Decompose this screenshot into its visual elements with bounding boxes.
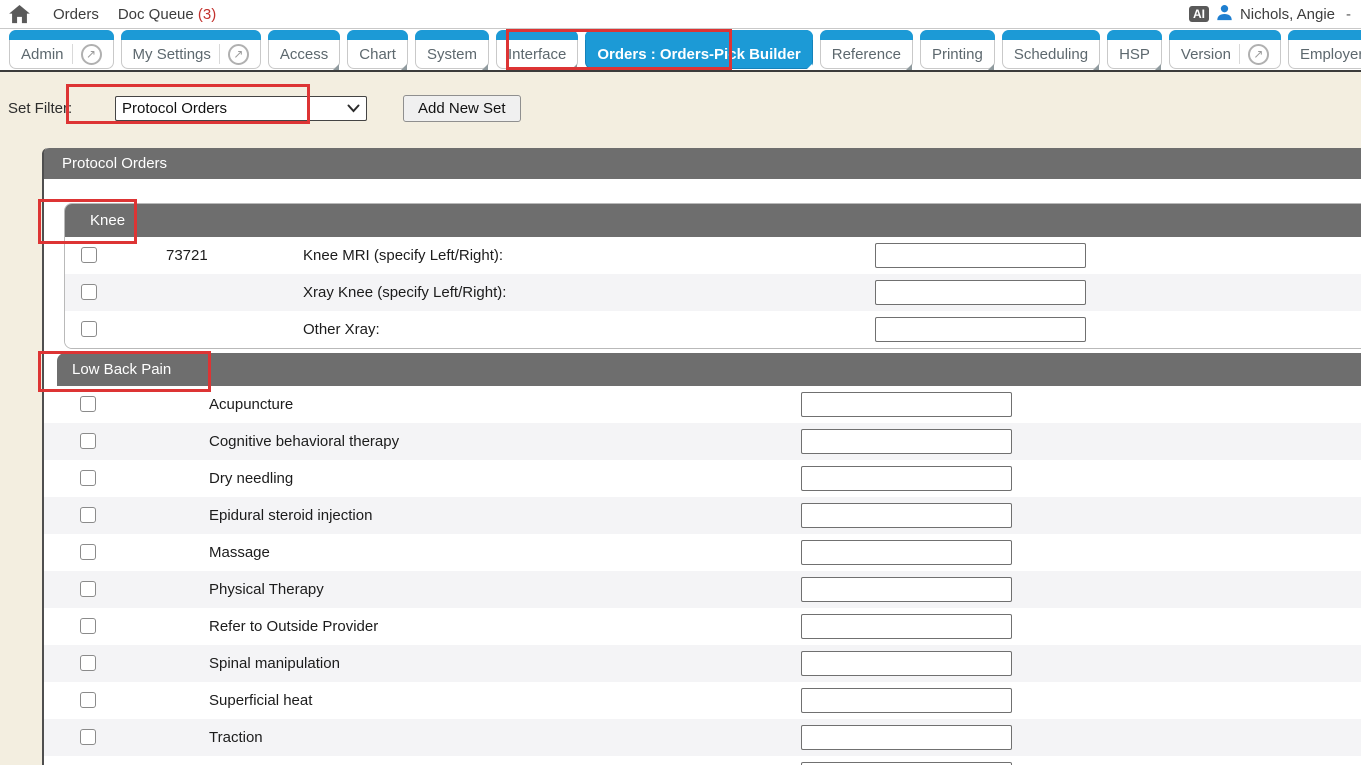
order-detail-input[interactable] [875, 243, 1086, 268]
order-checkbox[interactable] [81, 247, 97, 263]
tab-reference[interactable]: Reference [820, 30, 913, 69]
tab-printing[interactable]: Printing [920, 30, 995, 69]
order-row: Superficial heat [44, 682, 1361, 719]
order-row: Acupuncture [44, 386, 1361, 423]
user-icon [1216, 4, 1233, 25]
order-detail-input[interactable] [801, 688, 1012, 713]
section-knee: Knee 73721 Knee MRI (specify Left/Right)… [64, 203, 1361, 349]
order-label: Traction [209, 729, 263, 746]
order-label: Dry needling [209, 470, 293, 487]
order-row: Refer to Outside Provider [44, 608, 1361, 645]
order-label: Other Xray: [303, 321, 380, 338]
section-low-back-pain-header: Low Back Pain [57, 353, 1361, 386]
order-detail-input[interactable] [801, 540, 1012, 565]
order-detail-input[interactable] [875, 317, 1086, 342]
order-checkbox[interactable] [80, 692, 96, 708]
top-nav-orders[interactable]: Orders [53, 6, 99, 23]
tab-interface[interactable]: Interface [496, 30, 578, 69]
open-in-new-icon[interactable]: ↗ [81, 44, 102, 65]
order-row: Traction [44, 719, 1361, 756]
open-in-new-icon[interactable]: ↗ [1248, 44, 1269, 65]
order-detail-input[interactable] [801, 725, 1012, 750]
order-label: Knee MRI (specify Left/Right): [303, 247, 503, 264]
order-detail-input[interactable] [801, 429, 1012, 454]
tab-employer-organizations[interactable]: Employer Organizations ↗ [1288, 30, 1361, 69]
set-filter-row: Set Filter: Protocol Orders Add New Set [0, 72, 1361, 122]
order-row: 73721 Knee MRI (specify Left/Right): [65, 237, 1361, 274]
set-filter-label: Set Filter: [8, 100, 115, 117]
tab-hsp[interactable]: HSP [1107, 30, 1162, 69]
order-checkbox[interactable] [80, 433, 96, 449]
order-detail-input[interactable] [801, 392, 1012, 417]
order-detail-input[interactable] [801, 614, 1012, 639]
order-row: Cognitive behavioral therapy [44, 423, 1361, 460]
tab-chart[interactable]: Chart [347, 30, 408, 69]
order-detail-input[interactable] [801, 577, 1012, 602]
order-code: 73721 [166, 247, 208, 264]
top-bar: Orders Doc Queue (3) AI Nichols, Angie - [0, 0, 1361, 29]
order-detail-input[interactable] [801, 466, 1012, 491]
order-label: Refer to Outside Provider [209, 618, 378, 635]
chevron-down-icon [347, 100, 360, 117]
order-checkbox[interactable] [81, 284, 97, 300]
set-filter-select[interactable]: Protocol Orders [115, 96, 367, 121]
order-label: Cognitive behavioral therapy [209, 433, 399, 450]
order-checkbox[interactable] [80, 729, 96, 745]
tab-admin[interactable]: Admin ↗ [9, 30, 114, 69]
order-checkbox[interactable] [80, 618, 96, 634]
order-checkbox[interactable] [81, 321, 97, 337]
order-row: Yoga [44, 756, 1361, 765]
order-label: Epidural steroid injection [209, 507, 372, 524]
order-row: Dry needling [44, 460, 1361, 497]
order-label: Spinal manipulation [209, 655, 340, 672]
section-low-back-pain: Low Back Pain Acupuncture Cognitive beha… [44, 353, 1361, 765]
order-detail-input[interactable] [801, 651, 1012, 676]
order-checkbox[interactable] [80, 544, 96, 560]
order-detail-input[interactable] [801, 503, 1012, 528]
section-knee-header: Knee [65, 204, 1361, 237]
add-new-set-button[interactable]: Add New Set [403, 95, 521, 122]
top-nav: Orders Doc Queue (3) [53, 6, 216, 23]
order-row: Other Xray: [65, 311, 1361, 348]
order-detail-input[interactable] [875, 280, 1086, 305]
order-checkbox[interactable] [80, 507, 96, 523]
ai-badge[interactable]: AI [1189, 6, 1209, 22]
tab-access[interactable]: Access [268, 30, 340, 69]
tab-my-settings[interactable]: My Settings ↗ [121, 30, 261, 69]
order-row: Xray Knee (specify Left/Right): [65, 274, 1361, 311]
set-filter-selected-value: Protocol Orders [122, 100, 347, 117]
order-label: Xray Knee (specify Left/Right): [303, 284, 506, 301]
top-nav-doc-queue[interactable]: Doc Queue (3) [118, 6, 216, 23]
doc-queue-count: (3) [198, 6, 216, 23]
protocol-orders-panel: Protocol Orders Knee 73721 Knee MRI (spe… [42, 148, 1361, 765]
tab-version[interactable]: Version ↗ [1169, 30, 1281, 69]
order-checkbox[interactable] [80, 396, 96, 412]
order-label: Physical Therapy [209, 581, 324, 598]
user-name[interactable]: Nichols, Angie [1240, 6, 1335, 23]
order-label: Massage [209, 544, 270, 561]
order-label: Superficial heat [209, 692, 312, 709]
panel-title: Protocol Orders [44, 148, 1361, 179]
order-label: Acupuncture [209, 396, 293, 413]
tab-scheduling[interactable]: Scheduling [1002, 30, 1100, 69]
order-row: Massage [44, 534, 1361, 571]
order-row: Spinal manipulation [44, 645, 1361, 682]
tab-orders-pick-builder[interactable]: Orders : Orders-Pick Builder [585, 30, 812, 69]
order-row: Epidural steroid injection [44, 497, 1361, 534]
user-name-suffix: - [1346, 6, 1351, 23]
user-area: AI Nichols, Angie - [1189, 4, 1351, 25]
home-icon[interactable] [9, 5, 33, 24]
open-in-new-icon[interactable]: ↗ [228, 44, 249, 65]
tab-system[interactable]: System [415, 30, 489, 69]
order-checkbox[interactable] [80, 581, 96, 597]
order-checkbox[interactable] [80, 655, 96, 671]
order-checkbox[interactable] [80, 470, 96, 486]
order-row: Physical Therapy [44, 571, 1361, 608]
settings-tab-bar: Admin ↗ My Settings ↗ Access Chart Syste… [0, 29, 1361, 72]
